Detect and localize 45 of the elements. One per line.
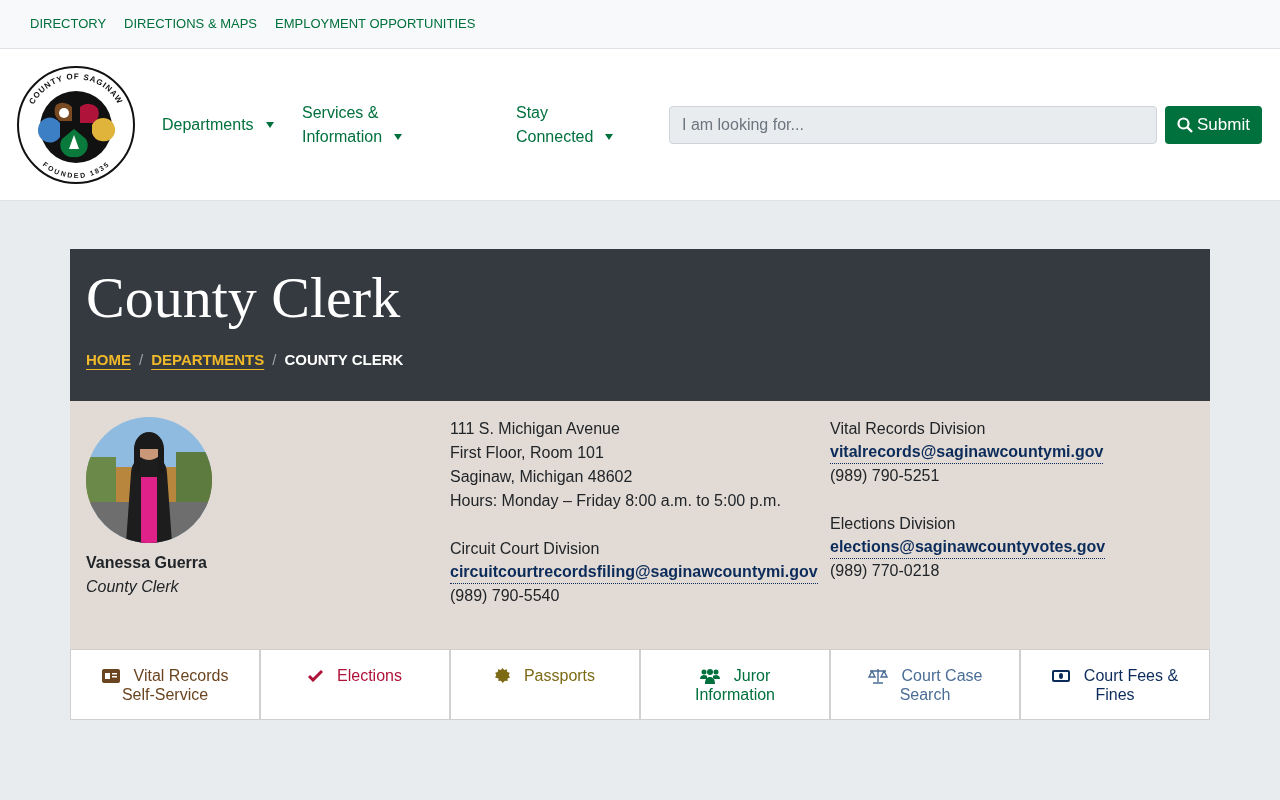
banknote-icon: [1051, 669, 1070, 682]
seal-icon: [494, 668, 510, 683]
scales-icon: [867, 667, 888, 684]
division-name: Vital Records Division: [830, 419, 987, 439]
quick-link-tile[interactable]: Court Case Search: [830, 649, 1020, 720]
official-role: County Clerk: [86, 577, 180, 597]
nav-menu[interactable]: Departments: [162, 112, 302, 137]
id-card-icon: [101, 668, 120, 683]
email-link[interactable]: circuitcourtrecordsfiling@saginawcountymi.gov: [450, 561, 818, 584]
check-icon: [308, 669, 324, 682]
page-title: County Clerk: [86, 264, 402, 332]
breadcrumb-link[interactable]: HOME: [86, 349, 131, 372]
email-link[interactable]: elections@saginawcountyvotes.gov: [830, 536, 1106, 559]
search-icon: [1177, 116, 1193, 133]
breadcrumb-separator: /: [139, 350, 144, 370]
nav-menu[interactable]: Services & Information: [302, 100, 516, 149]
breadcrumb-current: COUNTY CLERK: [284, 350, 404, 370]
breadcrumb-separator: /: [272, 350, 277, 370]
division-name: Elections Division: [830, 514, 957, 534]
division-name: Circuit Court Division: [450, 539, 601, 559]
caret-icon: [394, 134, 403, 141]
address-line: First Floor, Room 101: [450, 443, 605, 463]
breadcrumb-link[interactable]: DEPARTMENTS: [151, 349, 265, 372]
top-link[interactable]: EMPLOYMENT OPPORTUNITIES: [275, 14, 476, 34]
phone-number: (989) 790-5251: [830, 466, 941, 486]
quick-link-tile[interactable]: Juror Information: [640, 649, 830, 720]
caret-icon: [605, 134, 614, 141]
address-line: Hours: Monday – Friday 8:00 a.m. to 5:00 p.m.: [450, 491, 782, 511]
top-link[interactable]: DIRECTORY: [30, 14, 107, 34]
quick-link-tile[interactable]: Vital Records Self-Service: [70, 649, 260, 720]
phone-number: (989) 770-0218: [830, 561, 941, 581]
caret-icon: [265, 122, 274, 129]
address-line: Saginaw, Michigan 48602: [450, 467, 634, 487]
people-icon: [699, 667, 720, 684]
top-link[interactable]: DIRECTIONS & MAPS: [124, 14, 257, 34]
quick-link-tile[interactable]: Court Fees & Fines: [1020, 649, 1210, 720]
nav-menu[interactable]: Stay Connected: [516, 100, 666, 149]
phone-number: (989) 790-5540: [450, 586, 561, 606]
search-field[interactable]: I am looking for...: [669, 105, 1157, 144]
email-link[interactable]: vitalrecords@saginawcountymi.gov: [830, 441, 1104, 464]
address-line: 111 S. Michigan Avenue: [450, 419, 621, 439]
quick-link-tile[interactable]: Elections: [260, 649, 450, 720]
official-name: Vanessa Guerra: [86, 553, 208, 573]
quick-link-tile[interactable]: Passports: [450, 649, 640, 720]
submit-button[interactable]: Submit: [1165, 105, 1262, 144]
